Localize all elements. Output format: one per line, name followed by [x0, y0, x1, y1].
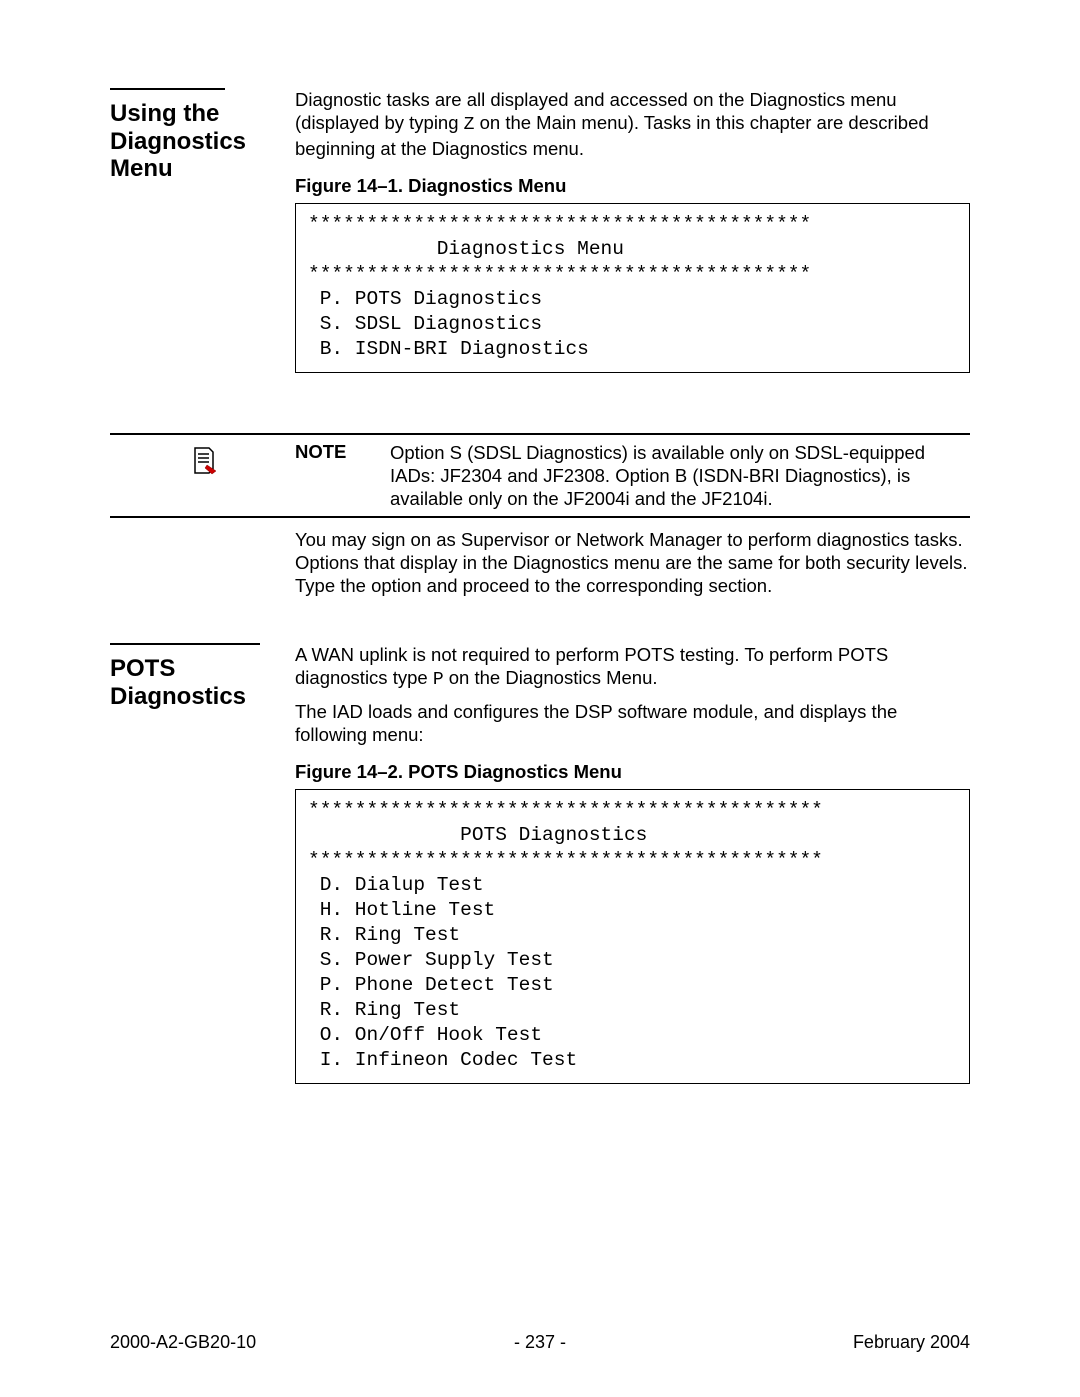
side-heading-area: Using the Diagnostics Menu [110, 88, 295, 183]
pots-para1-b: on the Diagnostics Menu. [444, 667, 658, 688]
side-rule-2 [110, 643, 260, 645]
note-icon [187, 443, 219, 475]
note-text: Option S (SDSL Diagnostics) is available… [390, 441, 970, 510]
section-title: Using the Diagnostics Menu [110, 100, 295, 183]
section-content: Diagnostic tasks are all displayed and a… [295, 88, 970, 373]
inline-key-z: Z [464, 115, 475, 135]
note-label: NOTE [295, 441, 390, 463]
diagnostics-menu-box: ****************************************… [295, 203, 970, 373]
figure-caption-2: Figure 14–2. POTS Diagnostics Menu [295, 760, 970, 783]
footer-left: 2000-A2-GB20-10 [110, 1332, 397, 1353]
pots-menu-box: ****************************************… [295, 789, 970, 1083]
pots-para1: A WAN uplink is not required to perform … [295, 643, 970, 692]
note-section: NOTE Option S (SDSL Diagnostics) is avai… [110, 433, 970, 598]
section-content-2: A WAN uplink is not required to perform … [295, 643, 970, 1083]
section-pots-diagnostics: POTS Diagnostics A WAN uplink is not req… [110, 643, 970, 1083]
section-title-2: POTS Diagnostics [110, 655, 295, 710]
after-note-paragraph: You may sign on as Supervisor or Network… [295, 528, 970, 597]
note-row: NOTE Option S (SDSL Diagnostics) is avai… [110, 435, 970, 516]
intro-paragraph: Diagnostic tasks are all displayed and a… [295, 88, 970, 160]
page: Using the Diagnostics Menu Diagnostic ta… [0, 0, 1080, 1397]
figure-caption: Figure 14–1. Diagnostics Menu [295, 174, 970, 197]
footer-center: - 237 - [397, 1332, 684, 1353]
after-note-text: You may sign on as Supervisor or Network… [295, 528, 970, 597]
footer-right: February 2004 [683, 1332, 970, 1353]
side-heading-area-2: POTS Diagnostics [110, 643, 295, 710]
side-rule [110, 88, 225, 90]
inline-key-p: P [433, 670, 444, 690]
note-icon-cell [110, 441, 295, 475]
pots-para2: The IAD loads and configures the DSP sof… [295, 700, 970, 746]
section-using-diagnostics: Using the Diagnostics Menu Diagnostic ta… [110, 88, 970, 373]
page-footer: 2000-A2-GB20-10 - 237 - February 2004 [0, 1332, 1080, 1353]
note-rule-bottom [110, 516, 970, 518]
